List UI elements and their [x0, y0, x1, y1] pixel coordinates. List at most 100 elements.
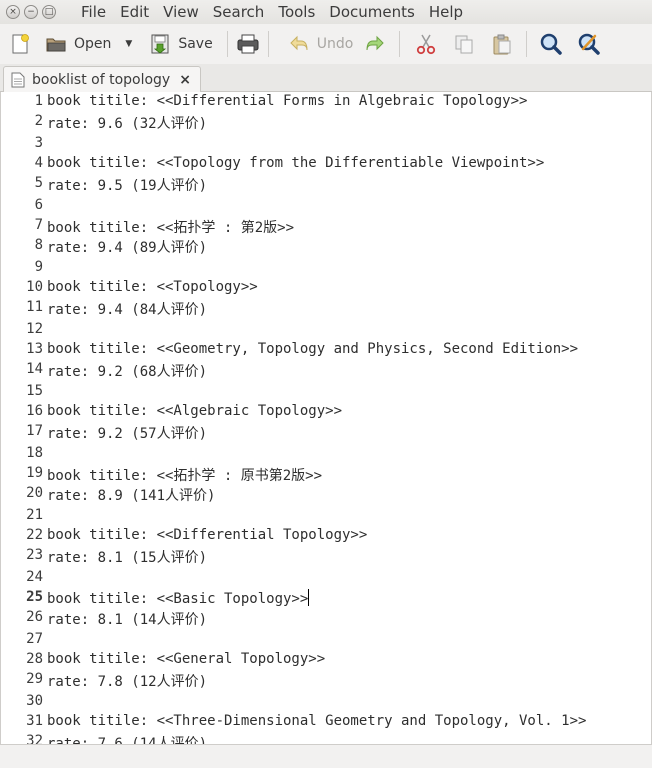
editor-line[interactable]: 13 book titile: <<Geometry, Topology and …	[1, 340, 651, 362]
toolbar: Open ▼ Save Undo	[0, 24, 652, 64]
menu-file[interactable]: File	[74, 3, 113, 21]
editor-line[interactable]: 28 book titile: <<General Topology>>	[1, 650, 651, 672]
find-replace-button[interactable]	[577, 28, 601, 60]
open-dropdown-arrow-icon[interactable]: ▼	[125, 39, 132, 49]
open-label: Open	[74, 36, 112, 52]
line-number: 19	[26, 465, 43, 481]
editor-line[interactable]: 6	[1, 196, 651, 218]
close-window-button[interactable]: ×	[6, 5, 20, 19]
line-number: 30	[26, 693, 43, 709]
menu-search[interactable]: Search	[206, 3, 272, 21]
editor-line[interactable]: 20 rate: 8.9 (141人评价)	[1, 484, 651, 506]
find-button[interactable]	[539, 28, 563, 60]
cut-icon	[414, 32, 438, 56]
editor-line[interactable]: 7 book titile: <<拓扑学 : 第2版>>	[1, 216, 651, 238]
line-text: rate: 9.2 (57人评价)	[47, 426, 208, 442]
line-text: book titile: <<Differential Topology>>	[47, 527, 368, 543]
menu-view[interactable]: View	[156, 3, 206, 21]
line-text: book titile: <<General Topology>>	[47, 651, 326, 667]
line-text: rate: 7.8 (12人评价)	[47, 674, 208, 690]
line-text: book titile: <<Algebraic Topology>>	[47, 403, 343, 419]
open-button[interactable]: Open ▼	[44, 28, 132, 60]
redo-icon	[363, 32, 387, 56]
editor-line[interactable]: 19 book titile: <<拓扑学 : 原书第2版>>	[1, 464, 651, 486]
editor-line[interactable]: 22 book titile: <<Differential Topology>>	[1, 526, 651, 548]
editor-line[interactable]: 21	[1, 506, 651, 528]
editor-line[interactable]: 10 book titile: <<Topology>>	[1, 278, 651, 300]
menu-documents[interactable]: Documents	[322, 3, 422, 21]
line-text: rate: 8.1 (15人评价)	[47, 550, 208, 566]
editor-line[interactable]: 25 book titile: <<Basic Topology>>	[1, 588, 651, 610]
editor-line[interactable]: 24	[1, 568, 651, 590]
editor-line[interactable]: 16 book titile: <<Algebraic Topology>>	[1, 402, 651, 424]
line-number: 9	[34, 259, 43, 275]
line-number: 27	[26, 631, 43, 647]
maximize-window-button[interactable]: □	[42, 5, 56, 19]
redo-button[interactable]	[363, 28, 387, 60]
editor-line[interactable]: 29 rate: 7.8 (12人评价)	[1, 670, 651, 692]
editor-line[interactable]: 8 rate: 9.4 (89人评价)	[1, 236, 651, 258]
paste-button[interactable]	[490, 28, 514, 60]
editor-line[interactable]: 18	[1, 444, 651, 466]
search-icon	[539, 32, 563, 56]
editor-line[interactable]: 27	[1, 630, 651, 652]
line-text: rate: 9.2 (68人评价)	[47, 364, 208, 380]
line-text: book titile: <<Differential Forms in Alg…	[47, 93, 528, 109]
new-document-icon	[8, 32, 32, 56]
save-button[interactable]: Save	[148, 28, 213, 60]
menu-edit[interactable]: Edit	[113, 3, 156, 21]
line-number: 11	[26, 299, 43, 315]
text-cursor	[308, 589, 310, 606]
print-icon	[236, 32, 260, 56]
line-number: 21	[26, 507, 43, 523]
line-number: 6	[34, 197, 43, 213]
cut-button[interactable]	[414, 28, 438, 60]
window-controls: × − □	[6, 5, 66, 19]
editor-line[interactable]: 30	[1, 692, 651, 714]
line-text: rate: 8.9 (141人评价)	[47, 488, 216, 504]
editor-line[interactable]: 32 rate: 7.6 (14人评价)	[1, 732, 651, 744]
print-button[interactable]	[236, 28, 260, 60]
editor-line[interactable]: 9	[1, 258, 651, 280]
line-text: rate: 9.4 (84人评价)	[47, 302, 208, 318]
menu-tools[interactable]: Tools	[271, 3, 322, 21]
toolbar-separator	[267, 31, 269, 57]
editor-line[interactable]: 15	[1, 382, 651, 404]
line-number: 12	[26, 321, 43, 337]
editor-line[interactable]: 26 rate: 8.1 (14人评价)	[1, 608, 651, 630]
line-number: 10	[26, 279, 43, 295]
text-editor[interactable]: 1 book titile: <<Differential Forms in Al…	[0, 92, 652, 744]
menu-help[interactable]: Help	[422, 3, 470, 21]
line-text: rate: 9.5 (19人评价)	[47, 178, 208, 194]
tab-booklist-of-topology[interactable]: booklist of topology ×	[3, 66, 201, 93]
line-number: 28	[26, 651, 43, 667]
line-number: 13	[26, 341, 43, 357]
menubar: × − □ File Edit View Search Tools Docume…	[0, 0, 652, 24]
status-bar	[0, 744, 652, 768]
find-replace-icon	[577, 32, 601, 56]
paste-icon	[490, 32, 514, 56]
editor-line[interactable]: 17 rate: 9.2 (57人评价)	[1, 422, 651, 444]
minimize-window-button[interactable]: −	[24, 5, 38, 19]
editor-line[interactable]: 14 rate: 9.2 (68人评价)	[1, 360, 651, 382]
editor-line[interactable]: 2 rate: 9.6 (32人评价)	[1, 112, 651, 134]
editor-line[interactable]: 5 rate: 9.5 (19人评价)	[1, 174, 651, 196]
editor-line[interactable]: 1 book titile: <<Differential Forms in Al…	[1, 92, 651, 114]
line-text: book titile: <<Basic Topology>>	[47, 589, 310, 607]
editor-line[interactable]: 23 rate: 8.1 (15人评价)	[1, 546, 651, 568]
save-label: Save	[178, 36, 213, 52]
tab-close-button[interactable]: ×	[179, 72, 191, 88]
editor-line[interactable]: 3	[1, 134, 651, 156]
editor-line[interactable]: 12	[1, 320, 651, 342]
undo-button[interactable]: Undo	[287, 28, 353, 60]
editor-line[interactable]: 11 rate: 9.4 (84人评价)	[1, 298, 651, 320]
line-number: 24	[26, 569, 43, 585]
line-number: 8	[34, 237, 43, 253]
editor-line[interactable]: 4 book titile: <<Topology from the Differ…	[1, 154, 651, 176]
editor-line[interactable]: 31 book titile: <<Three-Dimensional Geome…	[1, 712, 651, 734]
new-button[interactable]	[8, 28, 32, 60]
copy-button[interactable]	[452, 28, 476, 60]
line-number: 14	[26, 361, 43, 377]
line-number: 20	[26, 485, 43, 501]
line-number: 15	[26, 383, 43, 399]
